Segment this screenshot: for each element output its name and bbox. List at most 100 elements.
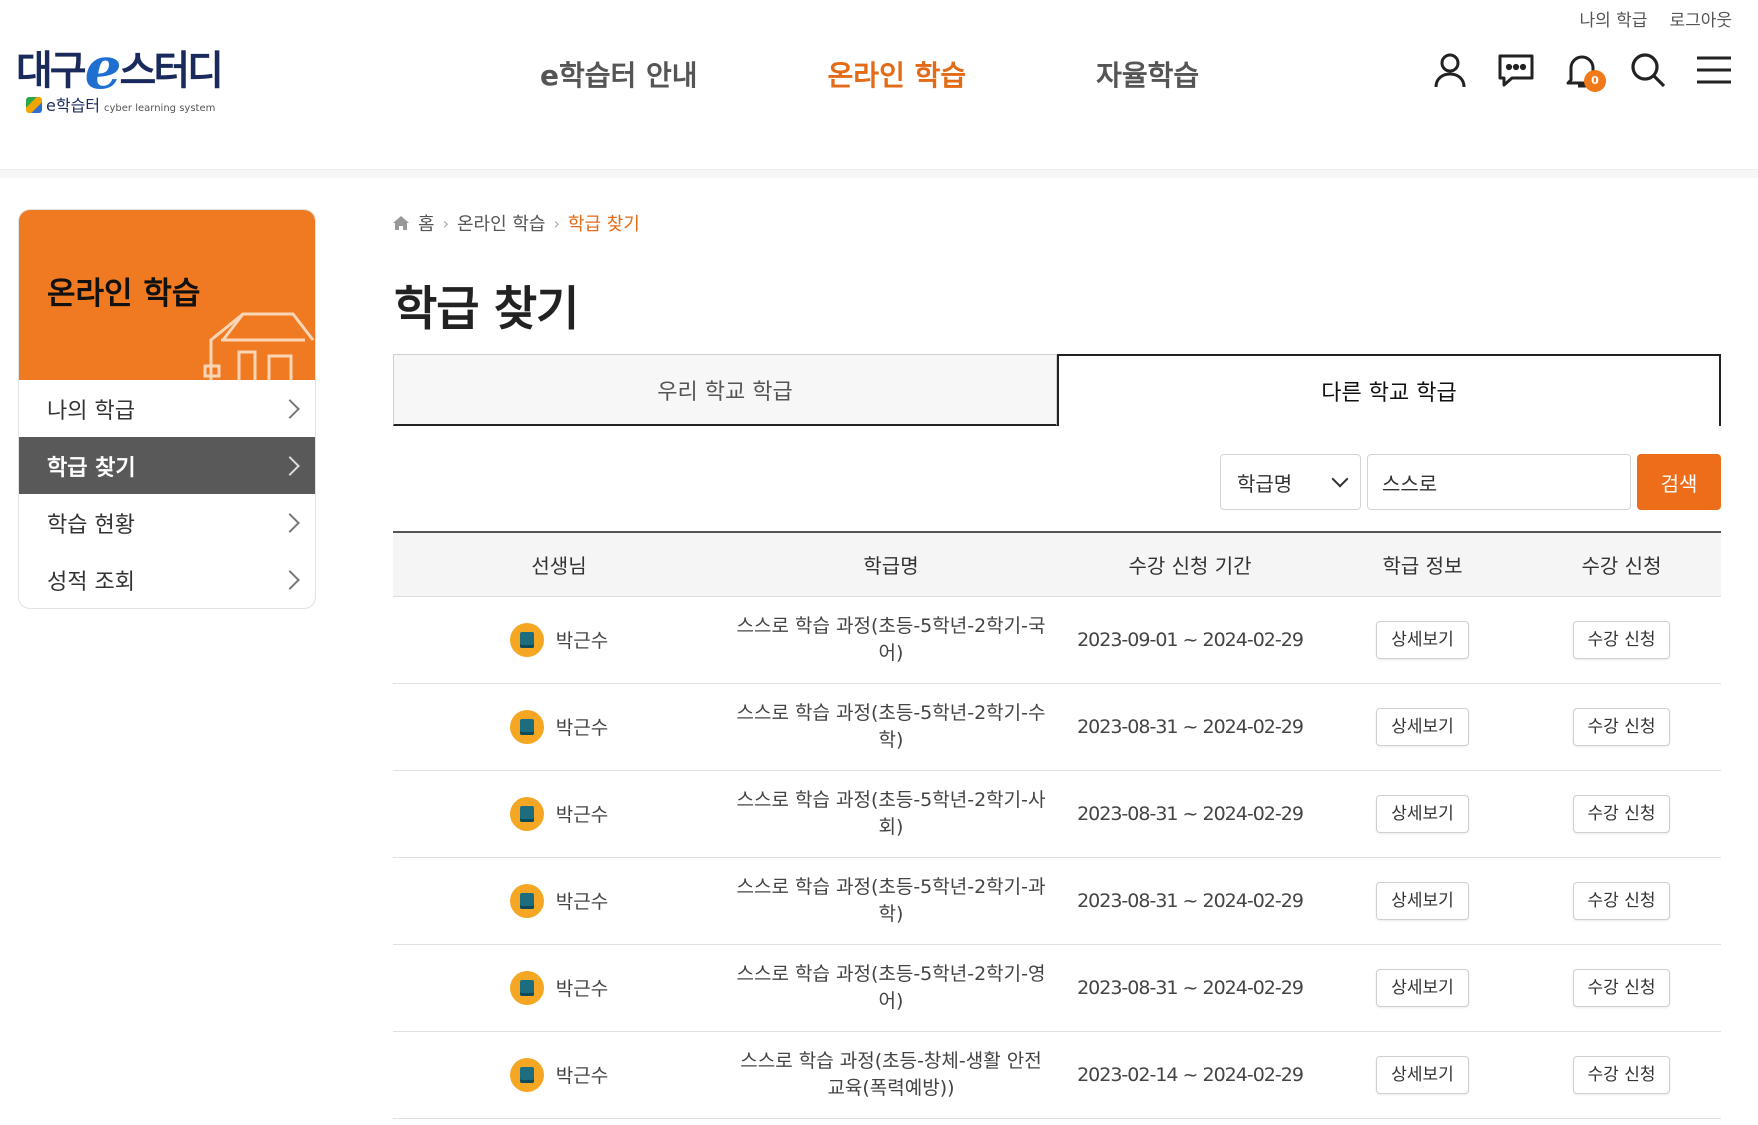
logo-sub-small: cyber learning system [104,103,216,114]
logo-sub-text: e학습터 [46,96,101,115]
nav-item-self-study[interactable]: 자율학습 [1096,54,1199,94]
period-cell: 2023-02-14 ~ 2024-02-29 [1057,1031,1323,1119]
table-header: 선생님 학급명 수강 신청 기간 학급 정보 수강 신청 [393,532,1721,596]
detail-button[interactable]: 상세보기 [1376,794,1469,833]
sidebar-item-my-class[interactable]: 나의 학급 [19,380,315,437]
column-header-period: 수강 신청 기간 [1128,553,1252,578]
class-info-cell: 상세보기 [1323,683,1522,771]
teacher-info: 박근수 [393,1057,725,1092]
detail-button[interactable]: 상세보기 [1376,968,1469,1007]
class-name-cell: 스스로 학습 과정(초등-5학년-2학기-국어) [725,596,1057,684]
enroll-cell: 수강 신청 [1522,683,1721,771]
search-icon[interactable] [1628,50,1668,90]
breadcrumb-online-learning[interactable]: 온라인 학습 [457,210,546,236]
teacher-avatar-icon [509,883,544,918]
teacher-avatar-icon [509,796,544,831]
sidebar-item-label: 나의 학급 [47,398,135,424]
enroll-button[interactable]: 수강 신청 [1572,881,1671,920]
enroll-period: 2023-09-01 ~ 2024-02-29 [1077,628,1304,651]
table-row: 박근수 스스로 학습 과정(초등-5학년-2학기-과학) 2023-08-31 ~ … [393,857,1721,945]
teacher-info: 박근수 [393,970,725,1005]
enroll-period: 2023-02-14 ~ 2024-02-29 [1077,1063,1304,1086]
logo-text-daegu: 대구 [16,48,87,94]
sidebar: 온라인 학습 나의 학급 학급 찾기 학습 현황 성적 조회 [18,209,316,609]
sidebar-item-find-class[interactable]: 학급 찾기 [19,437,315,494]
site-header: 대구e스터디 e학습터 cyber learning system 나의 학급 로… [0,0,1758,170]
class-name-cell: 스스로 학습 과정(초등-5학년-2학기-수학) [725,683,1057,771]
teacher-name: 박근수 [555,630,609,652]
sidebar-title: 온라인 학습 [47,276,201,312]
breadcrumb-separator: › [442,213,449,233]
detail-button[interactable]: 상세보기 [1376,881,1469,920]
enroll-cell: 수강 신청 [1522,596,1721,684]
class-name: 스스로 학습 과정(초등-5학년-2학기-국어) [736,614,1046,664]
sidebar-item-label: 학습 현황 [47,512,135,538]
period-cell: 2023-08-31 ~ 2024-02-29 [1057,770,1323,858]
table-row: 박근수 스스로 학습 과정(초등-5학년-2학기-사회) 2023-08-31 ~ … [393,770,1721,858]
sidebar-item-learning-status[interactable]: 학습 현황 [19,494,315,551]
column-header-class-name: 학급명 [863,553,919,578]
class-name: 스스로 학습 과정(초등-5학년-2학기-과학) [736,875,1046,925]
utility-links: 나의 학급 로그아웃 [1579,6,1732,31]
tab-our-school[interactable]: 우리 학교 학급 [393,354,1057,426]
enroll-button[interactable]: 수강 신청 [1572,968,1671,1007]
detail-button[interactable]: 상세보기 [1376,707,1469,746]
search-input[interactable] [1367,454,1631,510]
teacher-avatar-icon [509,622,544,657]
detail-button[interactable]: 상세보기 [1376,1055,1469,1094]
enroll-period: 2023-08-31 ~ 2024-02-29 [1077,802,1304,825]
logo-mark-icon [26,97,42,113]
class-info-cell: 상세보기 [1323,944,1522,1032]
menu-icon[interactable] [1694,50,1734,90]
nav-item-online-learning[interactable]: 온라인 학습 [828,54,967,94]
tab-other-school[interactable]: 다른 학교 학급 [1057,354,1721,426]
sidebar-item-label: 학급 찾기 [47,455,136,481]
enroll-cell: 수강 신청 [1522,944,1721,1032]
home-icon [393,216,409,230]
enroll-cell: 수강 신청 [1522,770,1721,858]
util-link-my-class[interactable]: 나의 학급 [1579,6,1647,31]
table-row: 박근수 스스로 학습 과정(초등-5학년-2학기-영어) 2023-08-31 ~ … [393,944,1721,1032]
column-header-class-info: 학급 정보 [1382,553,1463,578]
teacher-info: 박근수 [393,883,725,918]
teacher-avatar-icon [509,1057,544,1092]
chevron-right-icon [280,398,300,419]
school-house-icon [203,312,315,380]
detail-button[interactable]: 상세보기 [1376,620,1469,659]
user-icon[interactable] [1430,50,1470,90]
search-type-select[interactable]: 학급명 [1220,454,1361,510]
class-info-cell: 상세보기 [1323,596,1522,684]
class-name: 스스로 학습 과정(초등-5학년-2학기-수학) [736,701,1046,751]
teacher-info: 박근수 [393,622,725,657]
util-link-logout[interactable]: 로그아웃 [1669,6,1732,31]
enroll-cell: 수강 신청 [1522,857,1721,945]
teacher-avatar-icon [509,709,544,744]
class-info-cell: 상세보기 [1323,770,1522,858]
teacher-name: 박근수 [555,717,609,739]
sidebar-header: 온라인 학습 [19,210,315,380]
teacher-name: 박근수 [555,1065,609,1087]
class-tabs: 우리 학교 학급 다른 학교 학급 [393,354,1721,426]
enroll-button[interactable]: 수강 신청 [1572,620,1671,659]
table-row: 박근수 스스로 학습 과정(초등-창체-생활 안전교육(폭력예방)) 2023-02… [393,1031,1721,1119]
search-bar: 학급명 검색 [1220,454,1721,510]
period-cell: 2023-09-01 ~ 2024-02-29 [1057,596,1323,684]
notification-badge: 0 [1584,70,1606,92]
class-name-cell: 스스로 학습 과정(초등-5학년-2학기-사회) [725,770,1057,858]
logo-text-study: 스터디 [119,48,224,94]
search-button[interactable]: 검색 [1637,454,1721,510]
site-logo[interactable]: 대구e스터디 e학습터 cyber learning system [16,28,236,118]
enroll-button[interactable]: 수강 신청 [1572,707,1671,746]
search-type-value: 학급명 [1237,471,1293,496]
logo-subtitle: e학습터 cyber learning system [26,92,215,116]
nav-item-guide[interactable]: e학습터 안내 [540,54,698,94]
chat-icon[interactable] [1496,50,1536,90]
bell-icon[interactable]: 0 [1562,50,1606,92]
sidebar-item-grades[interactable]: 성적 조회 [19,551,315,608]
enroll-button[interactable]: 수강 신청 [1572,794,1671,833]
class-name-cell: 스스로 학습 과정(초등-5학년-2학기-과학) [725,857,1057,945]
enroll-button[interactable]: 수강 신청 [1572,1055,1671,1094]
enroll-period: 2023-08-31 ~ 2024-02-29 [1077,976,1304,999]
class-name: 스스로 학습 과정(초등-5학년-2학기-영어) [736,962,1046,1012]
breadcrumb-home[interactable]: 홈 [418,210,435,236]
